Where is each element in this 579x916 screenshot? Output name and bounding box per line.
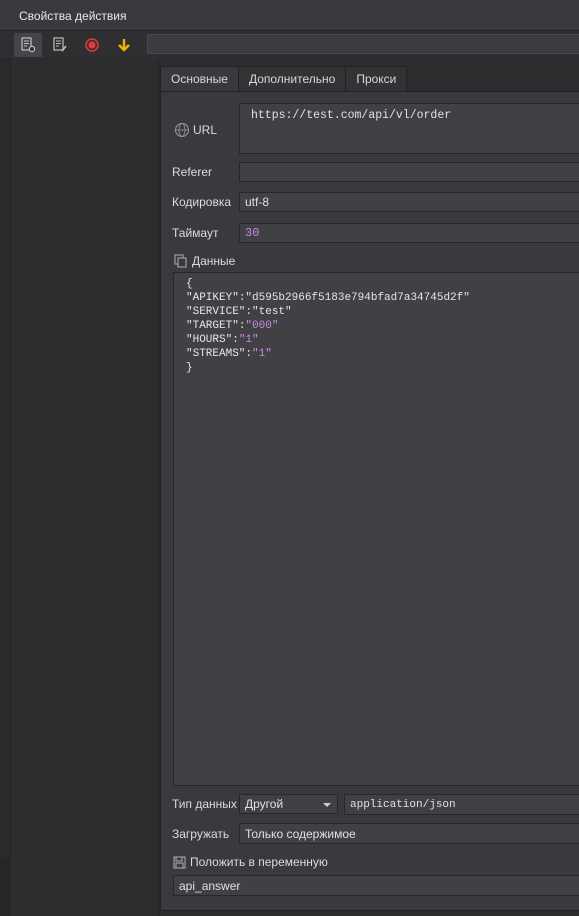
save-var-label-group: Положить в переменную [173,855,328,869]
timeout-label: Таймаут [172,226,219,240]
left-edge-strip [0,58,11,858]
tab-proxy[interactable]: Прокси [345,66,408,92]
tab-advanced[interactable]: Дополнительно [237,66,347,92]
load-label: Загружать [172,827,230,841]
referer-field[interactable] [239,162,579,182]
data-label-group: Данные [174,254,235,268]
globe-icon [175,123,189,137]
url-label-group: URL [174,122,217,138]
window-titlebar: Свойства действия [0,0,579,31]
data-line: } [186,362,193,374]
datatype-select[interactable]: Другой [239,794,338,814]
datatype-value: Другой [245,797,284,811]
load-select[interactable]: Только содержимое [239,823,579,844]
data-line: "STREAMS":"1" [186,348,272,360]
timeout-field[interactable]: 30 [239,223,579,243]
left-panel [11,58,159,916]
chevron-down-icon [323,803,331,807]
data-label: Данные [192,254,236,268]
url-label: URL [193,123,218,137]
toolbar [0,31,579,58]
url-field[interactable]: https://test.com/api/vl/order [239,103,579,154]
copy-icon [174,254,187,268]
record-icon[interactable] [78,33,106,57]
referer-label: Referer [172,165,213,179]
data-line: "TARGET":"000" [186,320,279,332]
url-value: https://test.com/api/vl/order [251,109,452,122]
save-icon [173,856,186,868]
document-edit-icon[interactable] [46,33,74,57]
bottom-edge-strip [0,858,11,916]
data-line: { [186,278,193,290]
datatype-label: Тип данных [172,797,237,811]
data-line: "APIKEY":"d595b2966f5183e794bfad7a34745d… [186,292,470,304]
toolbar-input[interactable] [147,34,579,54]
arrow-down-icon[interactable] [110,33,138,57]
data-line: "SERVICE":"test" [186,306,292,318]
variable-field[interactable]: api_answer [173,875,579,896]
save-var-label: Положить в переменную [190,855,328,869]
content-type-field[interactable]: application/json [344,794,579,815]
data-textarea[interactable]: { "APIKEY":"d595b2966f5183e794bfad7a3474… [173,272,579,786]
document-settings-icon[interactable] [14,33,42,57]
tab-basic[interactable]: Основные [160,66,239,92]
encoding-field[interactable]: utf-8 [239,192,579,212]
data-line: "HOURS":"1" [186,334,259,346]
encoding-label: Кодировка [172,195,232,209]
window-title: Свойства действия [19,9,127,23]
tab-bar: Основные Дополнительно Прокси [160,66,408,92]
